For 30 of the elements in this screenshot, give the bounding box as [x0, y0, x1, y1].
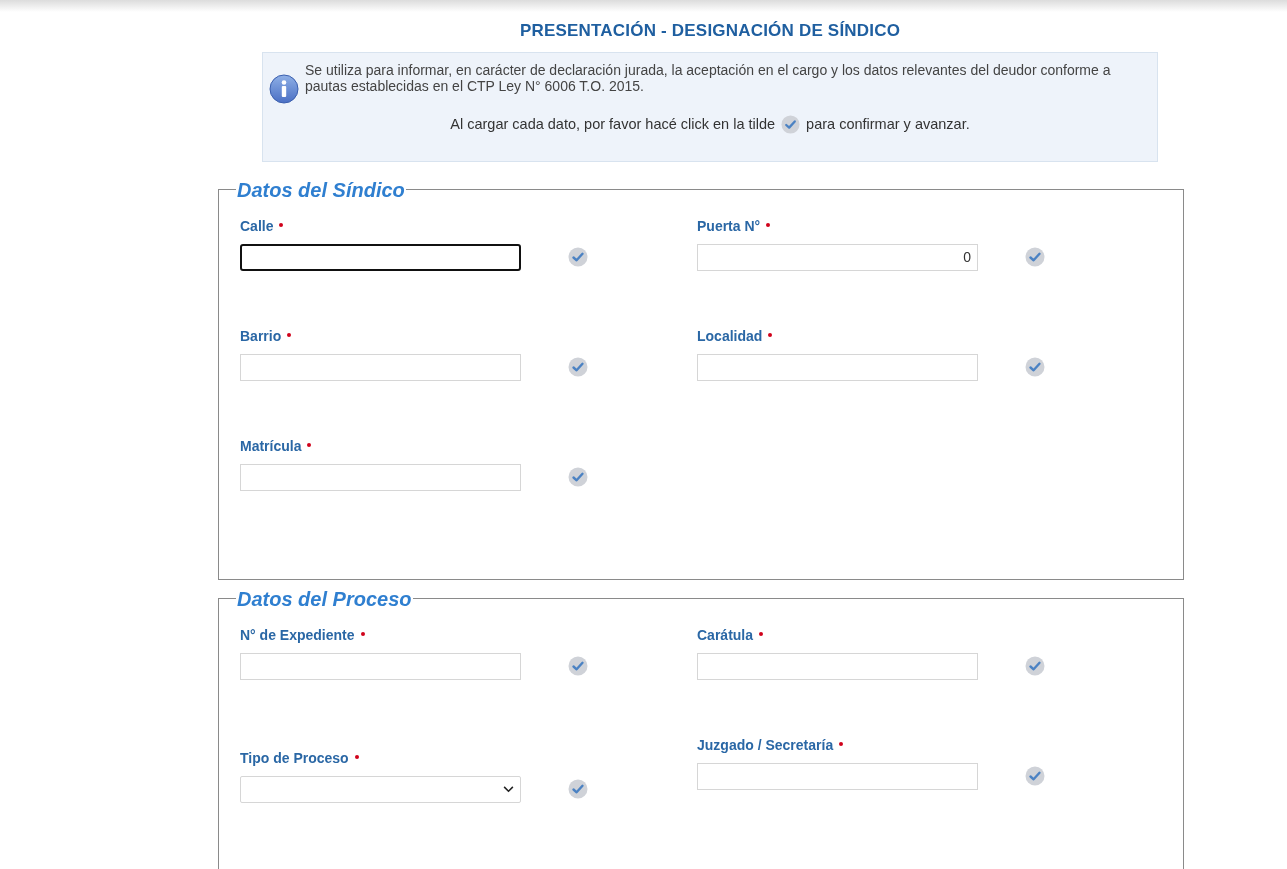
- field-label: Juzgado / Secretaría: [697, 736, 834, 755]
- chevron-down-icon: [503, 785, 514, 793]
- hint-text: Al cargar cada dato, por favor hacé click en la tilde: [450, 114, 776, 134]
- info-text: Se utiliza para informar, en carácter de declaración jurada, la aceptación en el cargo y los datos relevantes del deudor conforme a pautas establecidas en el CTP Ley N° 6006 T.O. 2015.: [305, 61, 1112, 94]
- checkmark-icon[interactable]: [568, 779, 588, 799]
- field-label: Calle: [240, 217, 274, 236]
- field-label: Carátula: [697, 626, 754, 645]
- input-field[interactable]: [240, 243, 521, 271]
- field-label: Matrícula: [240, 437, 302, 456]
- dropdown-field[interactable]: [240, 775, 521, 803]
- checkmark-icon[interactable]: [1025, 357, 1045, 377]
- info-icon: [269, 73, 299, 104]
- checkmark-icon: [781, 114, 801, 134]
- checkmark-icon[interactable]: [568, 467, 588, 487]
- checkmark-icon[interactable]: [568, 656, 588, 676]
- checkmark-icon[interactable]: [568, 247, 588, 267]
- hint-text: para confirmar y avanzar.: [806, 114, 970, 134]
- field-label: Tipo de Proceso: [240, 749, 349, 768]
- field-label: Localidad: [697, 327, 763, 346]
- checkmark-icon[interactable]: [1025, 247, 1045, 267]
- checkmark-icon[interactable]: [568, 357, 588, 377]
- page-title: PRESENTACIÓN - DESIGNACIÓN DE SÍNDICO: [518, 20, 902, 42]
- field-label: Barrio: [240, 327, 282, 346]
- section-legend: Datos del Proceso: [236, 587, 413, 610]
- section-legend: Datos del Síndico: [236, 178, 406, 201]
- input-field[interactable]: 0: [697, 243, 978, 271]
- field-label: Puerta N°: [697, 217, 761, 236]
- field-label: N° de Expediente: [240, 626, 355, 645]
- checkmark-icon[interactable]: [1025, 656, 1045, 676]
- checkmark-icon[interactable]: [1025, 766, 1045, 786]
